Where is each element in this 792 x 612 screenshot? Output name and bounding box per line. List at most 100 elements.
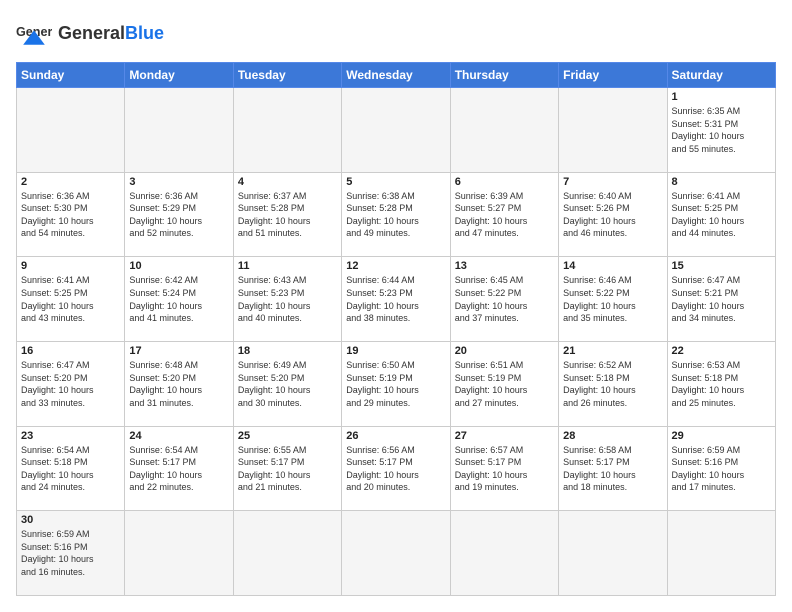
calendar-cell: 29 Sunrise: 6:59 AM Sunset: 5:16 PM Dayli… <box>667 426 775 511</box>
calendar-cell: 17Sunrise: 6:48 AM Sunset: 5:20 PM Dayli… <box>125 341 233 426</box>
calendar-cell: 25 Sunrise: 6:55 AM Sunset: 5:17 PM Dayli… <box>233 426 341 511</box>
day-number: 12 <box>346 260 445 272</box>
day-info: Sunrise: 6:37 AM Sunset: 5:28 PM Dayligh… <box>238 190 337 240</box>
calendar-cell <box>125 511 233 596</box>
weekday-header-tuesday: Tuesday <box>233 63 341 88</box>
week-row-2: 9Sunrise: 6:41 AM Sunset: 5:25 PM Daylig… <box>17 257 776 342</box>
calendar-cell <box>450 88 558 173</box>
calendar-cell: 23Sunrise: 6:54 AM Sunset: 5:18 PM Dayli… <box>17 426 125 511</box>
day-number: 30 <box>21 514 120 526</box>
day-info: Sunrise: 6:53 AM Sunset: 5:18 PM Dayligh… <box>672 359 771 409</box>
calendar-cell: 22 Sunrise: 6:53 AM Sunset: 5:18 PM Dayli… <box>667 341 775 426</box>
calendar-cell: 21Sunrise: 6:52 AM Sunset: 5:18 PM Dayli… <box>559 341 667 426</box>
day-number: 20 <box>455 345 554 357</box>
day-number: 16 <box>21 345 120 357</box>
weekday-header-monday: Monday <box>125 63 233 88</box>
day-number: 13 <box>455 260 554 272</box>
day-number: 8 <box>672 176 771 188</box>
calendar-cell: 27 Sunrise: 6:57 AM Sunset: 5:17 PM Dayli… <box>450 426 558 511</box>
calendar-cell <box>233 88 341 173</box>
calendar-cell: 5 Sunrise: 6:38 AM Sunset: 5:28 PM Daylig… <box>342 172 450 257</box>
day-number: 27 <box>455 430 554 442</box>
day-number: 1 <box>672 91 771 103</box>
calendar-cell: 10 Sunrise: 6:42 AM Sunset: 5:24 PM Dayli… <box>125 257 233 342</box>
logo: General GeneralBlue <box>16 16 164 52</box>
calendar-cell <box>342 88 450 173</box>
week-row-0: 1 Sunrise: 6:35 AM Sunset: 5:31 PM Daylig… <box>17 88 776 173</box>
calendar-cell: 9Sunrise: 6:41 AM Sunset: 5:25 PM Daylig… <box>17 257 125 342</box>
weekday-header-sunday: Sunday <box>17 63 125 88</box>
day-info: Sunrise: 6:50 AM Sunset: 5:19 PM Dayligh… <box>346 359 445 409</box>
day-info: Sunrise: 6:40 AM Sunset: 5:26 PM Dayligh… <box>563 190 662 240</box>
day-info: Sunrise: 6:46 AM Sunset: 5:22 PM Dayligh… <box>563 274 662 324</box>
day-info: Sunrise: 6:36 AM Sunset: 5:30 PM Dayligh… <box>21 190 120 240</box>
week-row-5: 30 Sunrise: 6:59 AM Sunset: 5:16 PM Dayli… <box>17 511 776 596</box>
calendar-cell <box>559 88 667 173</box>
calendar-cell: 12 Sunrise: 6:44 AM Sunset: 5:23 PM Dayli… <box>342 257 450 342</box>
day-info: Sunrise: 6:57 AM Sunset: 5:17 PM Dayligh… <box>455 444 554 494</box>
day-info: Sunrise: 6:54 AM Sunset: 5:17 PM Dayligh… <box>129 444 228 494</box>
day-number: 22 <box>672 345 771 357</box>
calendar-cell: 30 Sunrise: 6:59 AM Sunset: 5:16 PM Dayli… <box>17 511 125 596</box>
calendar-table: SundayMondayTuesdayWednesdayThursdayFrid… <box>16 62 776 596</box>
calendar-cell: 11 Sunrise: 6:43 AM Sunset: 5:23 PM Dayli… <box>233 257 341 342</box>
day-info: Sunrise: 6:43 AM Sunset: 5:23 PM Dayligh… <box>238 274 337 324</box>
day-number: 10 <box>129 260 228 272</box>
day-info: Sunrise: 6:44 AM Sunset: 5:23 PM Dayligh… <box>346 274 445 324</box>
calendar-cell: 6Sunrise: 6:39 AM Sunset: 5:27 PM Daylig… <box>450 172 558 257</box>
day-info: Sunrise: 6:45 AM Sunset: 5:22 PM Dayligh… <box>455 274 554 324</box>
day-info: Sunrise: 6:59 AM Sunset: 5:16 PM Dayligh… <box>21 528 120 578</box>
day-number: 28 <box>563 430 662 442</box>
calendar-cell: 13 Sunrise: 6:45 AM Sunset: 5:22 PM Dayli… <box>450 257 558 342</box>
calendar-cell: 20 Sunrise: 6:51 AM Sunset: 5:19 PM Dayli… <box>450 341 558 426</box>
calendar-cell: 1 Sunrise: 6:35 AM Sunset: 5:31 PM Daylig… <box>667 88 775 173</box>
day-number: 26 <box>346 430 445 442</box>
day-info: Sunrise: 6:36 AM Sunset: 5:29 PM Dayligh… <box>129 190 228 240</box>
day-number: 5 <box>346 176 445 188</box>
calendar-cell <box>17 88 125 173</box>
day-number: 29 <box>672 430 771 442</box>
calendar-cell <box>342 511 450 596</box>
week-row-4: 23Sunrise: 6:54 AM Sunset: 5:18 PM Dayli… <box>17 426 776 511</box>
page: General GeneralBlue SundayMondayTuesdayW… <box>0 0 792 612</box>
calendar-cell: 16Sunrise: 6:47 AM Sunset: 5:20 PM Dayli… <box>17 341 125 426</box>
day-info: Sunrise: 6:51 AM Sunset: 5:19 PM Dayligh… <box>455 359 554 409</box>
day-info: Sunrise: 6:41 AM Sunset: 5:25 PM Dayligh… <box>21 274 120 324</box>
day-number: 25 <box>238 430 337 442</box>
day-info: Sunrise: 6:58 AM Sunset: 5:17 PM Dayligh… <box>563 444 662 494</box>
calendar-cell <box>667 511 775 596</box>
calendar-cell <box>450 511 558 596</box>
calendar-cell <box>559 511 667 596</box>
day-number: 7 <box>563 176 662 188</box>
day-info: Sunrise: 6:38 AM Sunset: 5:28 PM Dayligh… <box>346 190 445 240</box>
calendar-cell: 28 Sunrise: 6:58 AM Sunset: 5:17 PM Dayli… <box>559 426 667 511</box>
calendar-cell: 18Sunrise: 6:49 AM Sunset: 5:20 PM Dayli… <box>233 341 341 426</box>
day-number: 4 <box>238 176 337 188</box>
calendar-cell: 3 Sunrise: 6:36 AM Sunset: 5:29 PM Daylig… <box>125 172 233 257</box>
day-number: 11 <box>238 260 337 272</box>
calendar-cell: 4 Sunrise: 6:37 AM Sunset: 5:28 PM Daylig… <box>233 172 341 257</box>
day-number: 19 <box>346 345 445 357</box>
logo-text: GeneralBlue <box>58 24 164 44</box>
day-number: 24 <box>129 430 228 442</box>
calendar-cell: 14Sunrise: 6:46 AM Sunset: 5:22 PM Dayli… <box>559 257 667 342</box>
calendar-cell: 26 Sunrise: 6:56 AM Sunset: 5:17 PM Dayli… <box>342 426 450 511</box>
day-info: Sunrise: 6:49 AM Sunset: 5:20 PM Dayligh… <box>238 359 337 409</box>
calendar-body: 1 Sunrise: 6:35 AM Sunset: 5:31 PM Daylig… <box>17 88 776 596</box>
day-info: Sunrise: 6:55 AM Sunset: 5:17 PM Dayligh… <box>238 444 337 494</box>
day-number: 2 <box>21 176 120 188</box>
day-number: 21 <box>563 345 662 357</box>
day-info: Sunrise: 6:35 AM Sunset: 5:31 PM Dayligh… <box>672 105 771 155</box>
day-info: Sunrise: 6:42 AM Sunset: 5:24 PM Dayligh… <box>129 274 228 324</box>
day-info: Sunrise: 6:54 AM Sunset: 5:18 PM Dayligh… <box>21 444 120 494</box>
day-info: Sunrise: 6:56 AM Sunset: 5:17 PM Dayligh… <box>346 444 445 494</box>
day-info: Sunrise: 6:59 AM Sunset: 5:16 PM Dayligh… <box>672 444 771 494</box>
day-number: 15 <box>672 260 771 272</box>
calendar-cell <box>125 88 233 173</box>
weekday-header-thursday: Thursday <box>450 63 558 88</box>
logo-icon: General <box>16 16 52 52</box>
weekday-header-row: SundayMondayTuesdayWednesdayThursdayFrid… <box>17 63 776 88</box>
day-number: 3 <box>129 176 228 188</box>
calendar-cell: 2 Sunrise: 6:36 AM Sunset: 5:30 PM Daylig… <box>17 172 125 257</box>
header: General GeneralBlue <box>16 16 776 52</box>
